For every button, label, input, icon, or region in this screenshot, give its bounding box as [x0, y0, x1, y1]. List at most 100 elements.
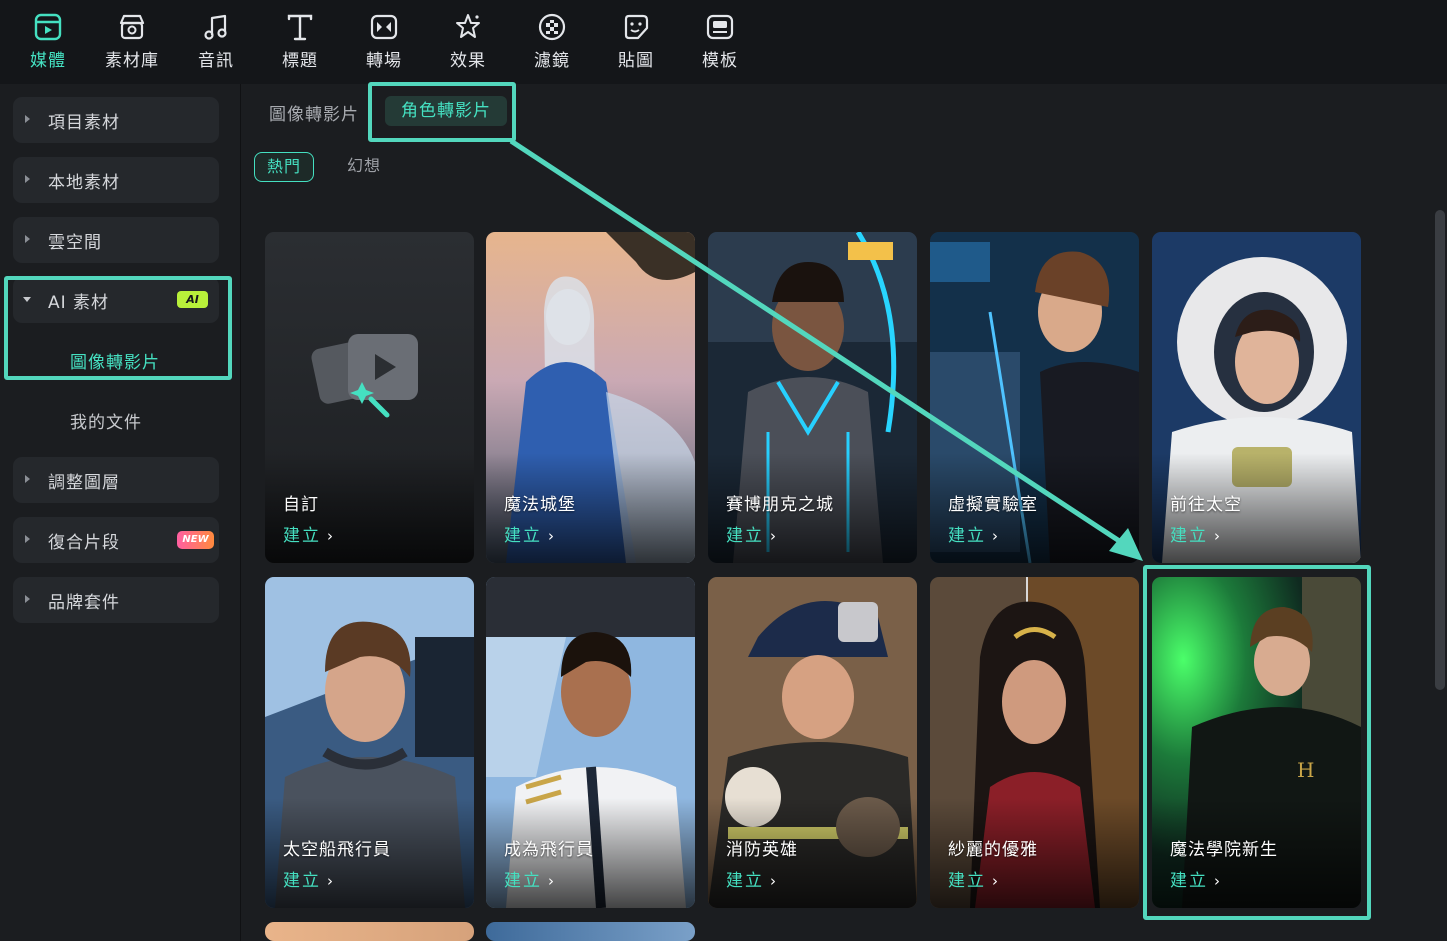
sidebar-item-brand-kit[interactable]: 品牌套件: [13, 577, 219, 623]
tool-stock-library[interactable]: 素材庫: [90, 0, 174, 84]
template-card-magic-academy-freshman[interactable]: H 魔法學院新生 建立 ›: [1152, 577, 1361, 908]
chevron-right-icon: ›: [770, 872, 778, 890]
stock-library-icon: [116, 11, 148, 43]
sidebar-item-label: 本地素材: [48, 173, 120, 193]
card-create-link[interactable]: 建立 ›: [283, 521, 335, 546]
template-card-partial[interactable]: [486, 922, 695, 941]
card-create-link[interactable]: 建立 ›: [283, 866, 335, 891]
chevron-right-icon: ›: [992, 527, 1000, 545]
card-create-link[interactable]: 建立 ›: [726, 866, 778, 891]
caret-right-icon: [25, 235, 30, 243]
card-create-link[interactable]: 建立 ›: [504, 866, 556, 891]
chevron-right-icon: ›: [327, 527, 335, 545]
tool-media[interactable]: 媒體: [6, 0, 90, 84]
sidebar-item-label: 項目素材: [48, 113, 120, 133]
tool-label: 媒體: [30, 51, 66, 71]
template-card-saree-elegance[interactable]: 紗麗的優雅 建立 ›: [930, 577, 1139, 908]
sticker-icon: [620, 11, 652, 43]
transition-icon: [368, 11, 400, 43]
caret-right-icon: [25, 475, 30, 483]
sidebar-item-project-media[interactable]: 項目素材: [13, 97, 219, 143]
caret-down-icon: [23, 297, 31, 302]
sidebar-sub-my-documents[interactable]: 我的文件: [70, 408, 142, 433]
template-card-firefighter-hero[interactable]: 消防英雄 建立 ›: [708, 577, 917, 908]
caret-right-icon: [25, 115, 30, 123]
tool-filters[interactable]: 濾鏡: [510, 0, 594, 84]
chip-popular[interactable]: 熱門: [254, 152, 315, 182]
chevron-right-icon: ›: [770, 527, 778, 545]
tool-titles[interactable]: 標題: [258, 0, 342, 84]
effects-star-icon: [452, 11, 484, 43]
chip-fantasy[interactable]: 幻想: [347, 152, 381, 180]
sidebar-item-cloud[interactable]: 雲空間: [13, 217, 219, 263]
create-label: 建立: [504, 526, 542, 546]
filter-icon: [536, 11, 568, 43]
sidebar-item-label: 品牌套件: [48, 593, 120, 613]
create-label: 建立: [726, 871, 764, 891]
card-create-link[interactable]: 建立 ›: [948, 866, 1000, 891]
tab-character-to-video[interactable]: 角色轉影片: [385, 96, 507, 126]
card-title: 自訂: [283, 495, 319, 515]
sidebar-item-label: 雲空間: [48, 233, 102, 253]
new-badge: NEW: [177, 531, 214, 549]
left-sidebar: 項目素材 本地素材 雲空間 AI 素材 AI 圖像轉影片 我的文件 調整圖層 復…: [0, 84, 241, 941]
music-note-icon: [200, 11, 232, 43]
tool-label: 轉場: [366, 51, 402, 71]
chevron-right-icon: ›: [327, 872, 335, 890]
template-card-magic-castle[interactable]: 魔法城堡 建立 ›: [486, 232, 695, 563]
card-title: 消防英雄: [726, 840, 798, 860]
svg-text:H: H: [1297, 758, 1314, 782]
chevron-right-icon: ›: [1214, 872, 1222, 890]
ai-badge: AI: [177, 291, 208, 308]
caret-right-icon: [25, 535, 30, 543]
card-create-link[interactable]: 建立 ›: [504, 521, 556, 546]
sidebar-item-ai-media[interactable]: AI 素材 AI: [13, 277, 219, 323]
template-card-go-to-space[interactable]: 前往太空 建立 ›: [1152, 232, 1361, 563]
top-toolbar: 媒體 素材庫 音訊 標題 轉場 效果 濾鏡 貼圖 模板: [0, 0, 1447, 84]
vertical-scrollbar[interactable]: [1435, 210, 1445, 690]
tool-audio[interactable]: 音訊: [174, 0, 258, 84]
caret-right-icon: [25, 595, 30, 603]
sidebar-item-label: AI 素材: [48, 293, 110, 313]
template-card-cyberpunk-city[interactable]: 賽博朋克之城 建立 ›: [708, 232, 917, 563]
tool-label: 音訊: [198, 51, 234, 71]
sidebar-item-label: 調整圖層: [48, 473, 120, 493]
card-create-link[interactable]: 建立 ›: [1170, 866, 1222, 891]
sidebar-item-local-media[interactable]: 本地素材: [13, 157, 219, 203]
main-panel: 圖像轉影片 角色轉影片 熱門 幻想 自訂 建立 › 魔法城堡 建立 › 賽博朋克…: [241, 84, 1447, 941]
card-title: 魔法學院新生: [1170, 840, 1278, 860]
create-label: 建立: [948, 871, 986, 891]
card-create-link[interactable]: 建立 ›: [948, 521, 1000, 546]
template-card-become-pilot[interactable]: 成為飛行員 建立 ›: [486, 577, 695, 908]
card-create-link[interactable]: 建立 ›: [1170, 521, 1222, 546]
tool-label: 濾鏡: [534, 51, 570, 71]
template-card-virtual-lab[interactable]: 虛擬實驗室 建立 ›: [930, 232, 1139, 563]
tool-transitions[interactable]: 轉場: [342, 0, 426, 84]
title-t-icon: [284, 11, 316, 43]
tool-templates[interactable]: 模板: [678, 0, 762, 84]
template-card-custom[interactable]: 自訂 建立 ›: [265, 232, 474, 563]
media-icon: [32, 11, 64, 43]
template-card-partial[interactable]: [265, 922, 474, 941]
tool-label: 素材庫: [105, 51, 159, 71]
card-title: 賽博朋克之城: [726, 495, 834, 515]
template-icon: [704, 11, 736, 43]
card-title: 虛擬實驗室: [948, 495, 1038, 515]
sidebar-item-label: 復合片段: [48, 533, 120, 553]
create-label: 建立: [726, 526, 764, 546]
tool-effects[interactable]: 效果: [426, 0, 510, 84]
card-title: 魔法城堡: [504, 495, 576, 515]
sidebar-item-compound-clip[interactable]: 復合片段 NEW: [13, 517, 219, 563]
sidebar-item-adjustment-layer[interactable]: 調整圖層: [13, 457, 219, 503]
template-card-spaceship-pilot[interactable]: 太空船飛行員 建立 ›: [265, 577, 474, 908]
chevron-right-icon: ›: [548, 527, 556, 545]
create-label: 建立: [504, 871, 542, 891]
tool-label: 標題: [282, 51, 318, 71]
card-create-link[interactable]: 建立 ›: [726, 521, 778, 546]
tab-image-to-video[interactable]: 圖像轉影片: [269, 100, 359, 125]
sidebar-sub-image-to-video[interactable]: 圖像轉影片: [70, 348, 160, 373]
tool-stickers[interactable]: 貼圖: [594, 0, 678, 84]
card-title: 成為飛行員: [504, 840, 594, 860]
create-label: 建立: [1170, 526, 1208, 546]
chevron-right-icon: ›: [1214, 527, 1222, 545]
